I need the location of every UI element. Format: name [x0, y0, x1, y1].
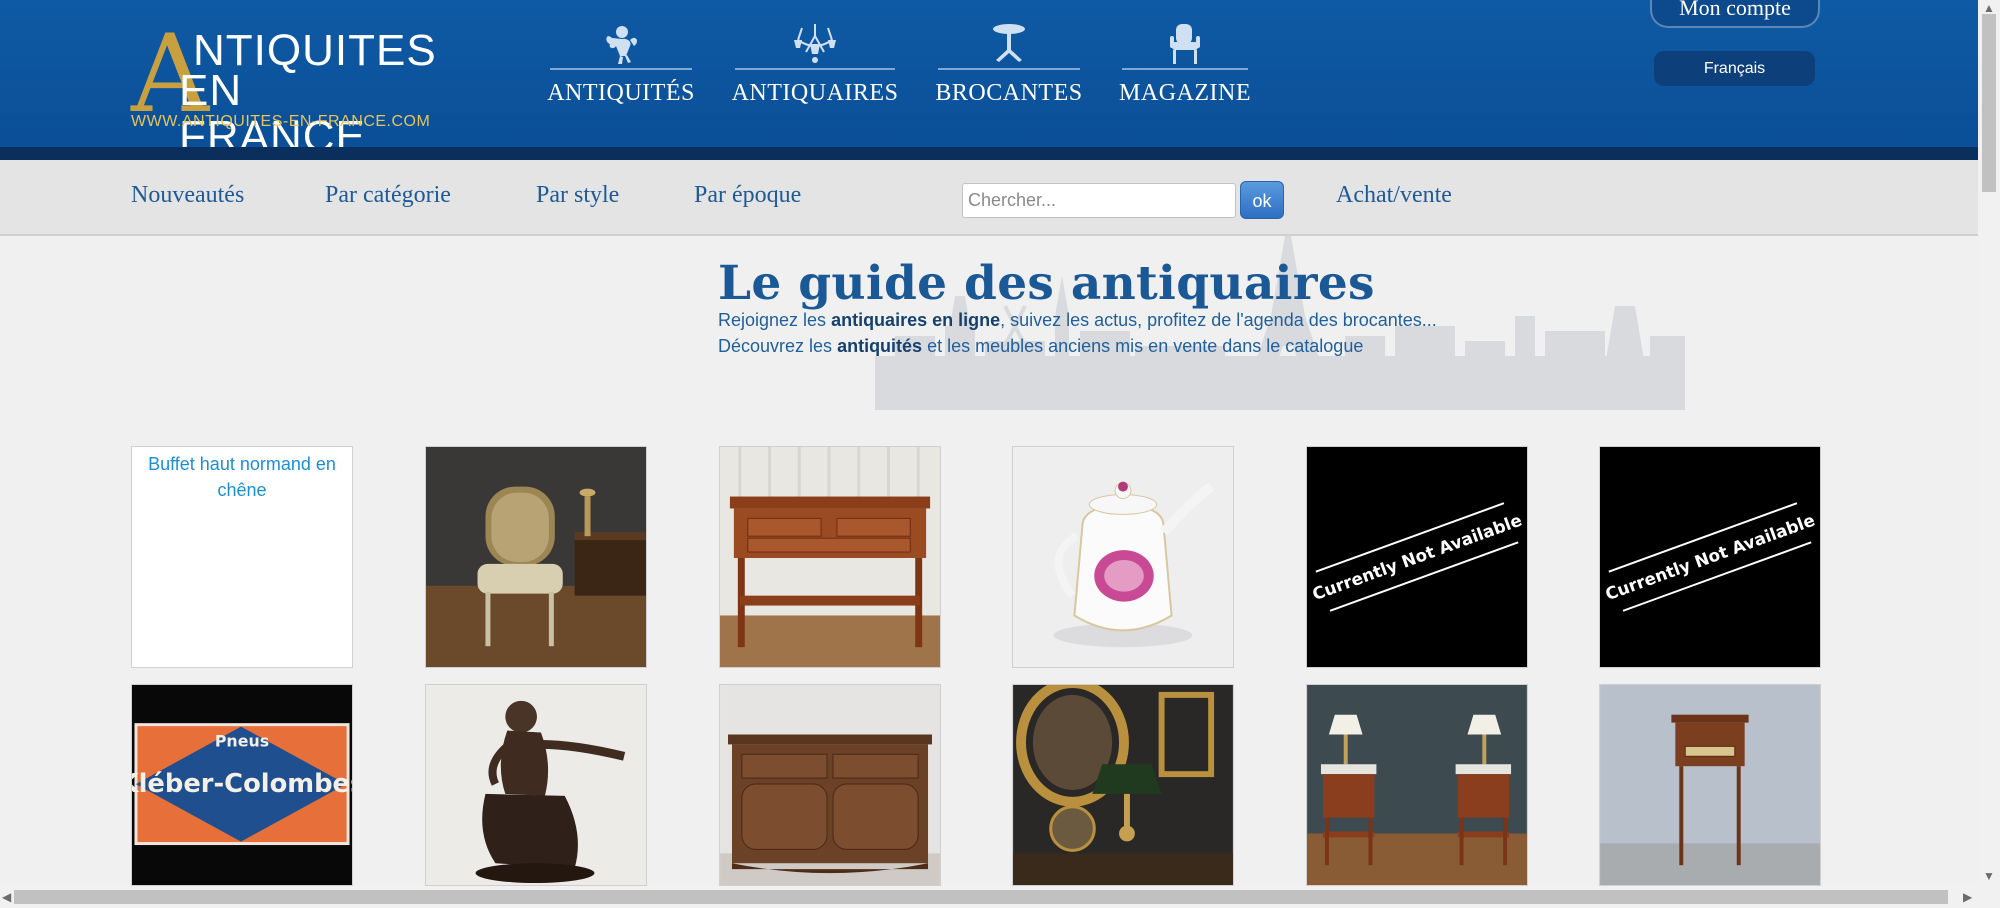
main-nav-label: ANTIQUITÉS [547, 80, 695, 106]
tagline-text: , suivez les actus, profitez de l'agenda… [1000, 310, 1437, 330]
gueridon-table-icon [993, 24, 1025, 62]
vertical-scrollbar[interactable]: ▲ ▼ [1978, 0, 2000, 908]
sign-text-brand: Kléber-Colombes [132, 769, 352, 799]
sign-text-pneus: Pneus [215, 731, 269, 750]
bouillotte-lamp-photo [1013, 685, 1233, 885]
secondary-nav: Nouveautés Par catégorie Par style Par é… [0, 160, 1978, 236]
account-button[interactable]: Mon compte [1650, 0, 1820, 28]
search-submit-button[interactable]: ok [1240, 181, 1284, 219]
main-nav-label: ANTIQUAIRES [731, 80, 899, 106]
hero-tagline-1: Rejoignez les antiquaires en ligne, suiv… [718, 310, 1437, 331]
site-logo[interactable]: A NTIQUITES EN FRANCE WWW.ANTIQUITES-EN-… [131, 20, 436, 160]
search-input[interactable] [962, 183, 1236, 218]
product-tile-buffet[interactable]: Buffet haut normand en chêne [131, 446, 353, 668]
language-selector[interactable]: Français [1654, 51, 1815, 86]
main-nav-label: MAGAZINE [1119, 80, 1251, 106]
product-tile-writing-table[interactable] [1599, 684, 1821, 886]
nav-link-par-categorie[interactable]: Par catégorie [325, 182, 451, 209]
cherub-icon [606, 26, 637, 64]
nav-divider [938, 68, 1080, 70]
product-tile-bronze-sculpture[interactable] [425, 684, 647, 886]
nav-link-par-style[interactable]: Par style [536, 182, 619, 209]
scroll-up-arrow-icon[interactable]: ▲ [1983, 2, 1995, 14]
armchair-photo [426, 447, 646, 667]
chandelier-icon [794, 24, 836, 63]
armchair-icon [1170, 24, 1200, 64]
main-nav-brocantes[interactable]: BROCANTES [935, 22, 1083, 107]
broken-image-alt-text: Buffet haut normand en chêne [148, 454, 336, 500]
tagline-text: Rejoignez les [718, 310, 832, 330]
hero-tagline-2: Découvrez les antiquités et les meubles … [718, 336, 1363, 357]
console-table-photo [720, 447, 940, 667]
scroll-down-arrow-icon[interactable]: ▼ [1983, 870, 1995, 882]
coffee-pot-photo [1013, 447, 1233, 667]
main-nav-magazine[interactable]: MAGAZINE [1119, 22, 1251, 107]
product-tile-coffee-pot[interactable] [1012, 446, 1234, 668]
tagline-link-antiquaires[interactable]: antiquaires en ligne [831, 310, 1000, 330]
nav-divider [1122, 68, 1248, 70]
nav-link-achat-vente[interactable]: Achat/vente [1336, 182, 1452, 209]
horizontal-scroll-thumb[interactable] [14, 890, 1948, 904]
bronze-sculpture-photo [426, 685, 646, 885]
enamel-sign-photo: Pneus Kléber-Colombes [132, 685, 352, 885]
image-unavailable-placeholder: Currently Not Available [1600, 447, 1820, 667]
scroll-right-arrow-icon[interactable]: ▶ [1963, 891, 1972, 903]
product-tile-unavailable[interactable]: Currently Not Available [1306, 446, 1528, 668]
nav-link-par-epoque[interactable]: Par époque [694, 182, 801, 209]
main-nav-antiquites[interactable]: ANTIQUITÉS [547, 22, 695, 107]
image-unavailable-placeholder: Currently Not Available [1307, 447, 1527, 667]
sideboard-photo [720, 685, 940, 885]
writing-table-photo [1600, 685, 1820, 885]
tagline-link-antiquites[interactable]: antiquités [837, 336, 922, 356]
logo-url: WWW.ANTIQUITES-EN-FRANCE.COM [131, 113, 431, 130]
page-title: Le guide des antiquaires [718, 256, 1375, 311]
product-tile-console-table[interactable] [719, 446, 941, 668]
product-tile-bedside-tables[interactable] [1306, 684, 1528, 886]
vertical-scroll-thumb[interactable] [1982, 14, 1996, 192]
site-header: A NTIQUITES EN FRANCE WWW.ANTIQUITES-EN-… [0, 0, 1978, 160]
header-divider [0, 147, 1978, 160]
main-nav-label: BROCANTES [935, 80, 1083, 106]
main-nav-antiquaires[interactable]: ANTIQUAIRES [732, 22, 898, 107]
product-tile-armchair[interactable] [425, 446, 647, 668]
product-tile-sideboard[interactable] [719, 684, 941, 886]
bedside-tables-photo [1307, 685, 1527, 885]
nav-link-nouveautes[interactable]: Nouveautés [131, 182, 244, 209]
horizontal-scrollbar[interactable]: ◀ ▶ [0, 886, 1978, 908]
product-tile-enamel-sign[interactable]: Pneus Kléber-Colombes [131, 684, 353, 886]
tagline-text: et les meubles anciens mis en vente dans… [922, 336, 1364, 356]
nav-divider [735, 68, 895, 70]
tagline-text: Découvrez les [718, 336, 838, 356]
scroll-left-arrow-icon[interactable]: ◀ [2, 891, 11, 903]
nav-divider [550, 68, 692, 70]
product-tile-bouillotte-lamp[interactable] [1012, 684, 1234, 886]
product-tile-unavailable[interactable]: Currently Not Available [1599, 446, 1821, 668]
